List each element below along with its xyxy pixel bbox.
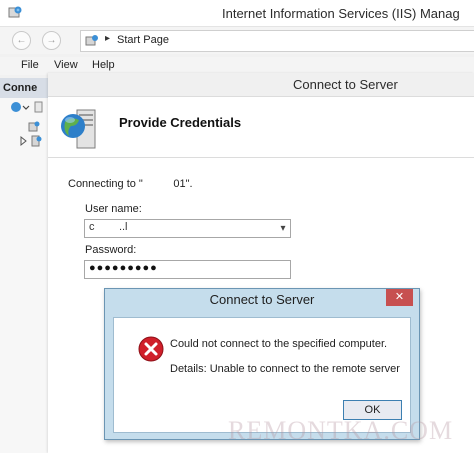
error-details: Details: Unable to connect to the remote… xyxy=(170,363,400,375)
connecting-to-text: Connecting to " 01". xyxy=(68,178,193,190)
server-tree-icon[interactable] xyxy=(30,135,42,147)
connect-globe-icon[interactable] xyxy=(9,100,47,114)
iis-window-title: Internet Information Services (IIS) Mana… xyxy=(222,6,460,21)
iis-titlebar: Internet Information Services (IIS) Mana… xyxy=(0,0,474,27)
error-message: Could not connect to the specified compu… xyxy=(170,338,388,350)
wizard-titlebar: Connect to Server xyxy=(48,73,474,97)
wizard-title: Connect to Server xyxy=(293,77,398,92)
password-value: ●●●●●●●●● xyxy=(89,262,158,274)
wizard-header: Provide Credentials xyxy=(48,97,474,158)
chevron-down-icon[interactable]: ▾ xyxy=(276,220,290,237)
menu-help[interactable]: Help xyxy=(92,59,115,71)
wizard-heading: Provide Credentials xyxy=(119,115,242,130)
start-page-tree-icon[interactable] xyxy=(28,121,40,133)
forward-button[interactable]: → xyxy=(42,31,61,50)
error-x-icon xyxy=(138,336,164,362)
iis-navigation-bar: ← → ▸ Start Page xyxy=(0,27,474,54)
username-combobox[interactable]: c ..l ▾ xyxy=(84,219,291,238)
address-separator: ▸ xyxy=(105,33,111,44)
error-dialog-title: Connect to Server xyxy=(209,292,315,307)
server-globe-icon xyxy=(61,109,96,149)
username-label: User name: xyxy=(85,203,142,215)
address-bar[interactable]: ▸ Start Page xyxy=(80,30,474,52)
address-text: Start Page xyxy=(117,34,169,46)
menu-file[interactable]: File xyxy=(21,59,39,71)
password-label: Password: xyxy=(85,244,137,256)
connections-header: Conne xyxy=(0,78,48,98)
iis-app-icon xyxy=(8,6,22,18)
connections-pane: Conne xyxy=(0,78,49,453)
iis-address-icon xyxy=(85,35,98,46)
username-value: c ..l xyxy=(89,221,128,233)
password-input[interactable]: ●●●●●●●●● xyxy=(84,260,291,279)
watermark: REMONTKA.COM xyxy=(228,416,454,445)
tree-expand-icon[interactable] xyxy=(18,135,30,147)
menu-view[interactable]: View xyxy=(54,59,78,71)
close-button[interactable]: ✕ xyxy=(386,289,413,306)
back-button[interactable]: ← xyxy=(12,31,31,50)
